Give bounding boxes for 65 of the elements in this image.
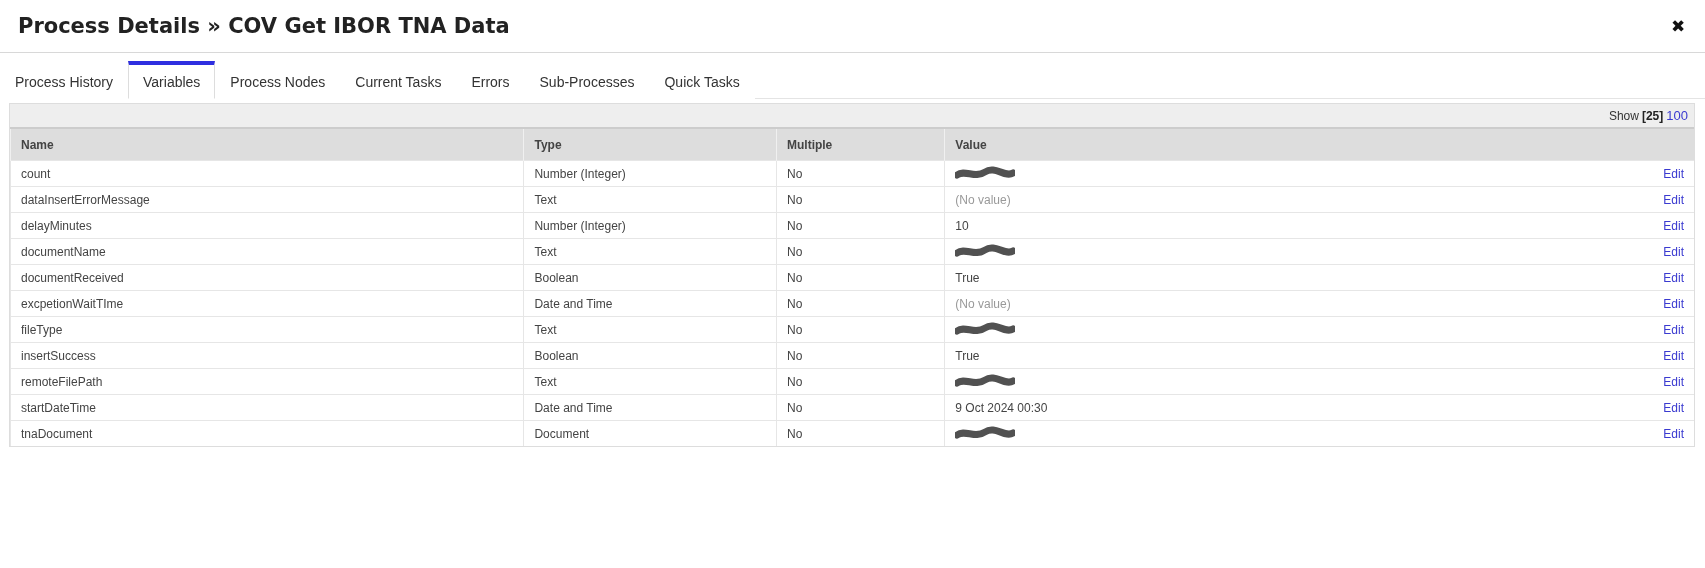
table-cell: remoteFilePath [21, 374, 103, 389]
table-cell: excpetionWaitTIme [21, 296, 124, 311]
edit-link[interactable]: Edit [1663, 166, 1684, 181]
table-cell: count [21, 166, 51, 181]
table-cell: insertSuccess [21, 348, 96, 363]
column-header: Name [10, 129, 524, 161]
table-cell: Number (Integer) [534, 218, 626, 233]
pager-label: Show [1608, 108, 1639, 123]
table-cell: Text [534, 322, 557, 337]
table-cell: Boolean [534, 270, 579, 285]
value-text: True [955, 270, 980, 285]
value-text: 9 Oct 2024 00:30 [955, 400, 1048, 415]
value-text: True [955, 348, 980, 363]
edit-link[interactable]: Edit [1663, 426, 1684, 441]
edit-link[interactable]: Edit [1663, 296, 1684, 311]
edit-link[interactable]: Edit [1663, 400, 1684, 415]
close-button[interactable]: ✖ [1669, 15, 1687, 37]
value-text: (No value) [955, 296, 1011, 311]
table-cell: Text [534, 192, 557, 207]
page-size-link[interactable]: [25] [1641, 108, 1664, 123]
redaction-scribble [955, 165, 1016, 182]
edit-link[interactable]: Edit [1663, 218, 1684, 233]
value-text: (No value) [955, 192, 1011, 207]
window-title: Process Details » COV Get IBOR TNA Data [18, 14, 510, 38]
table-cell: No [786, 192, 803, 207]
table-cell: No [786, 166, 803, 181]
edit-link[interactable]: Edit [1663, 192, 1684, 207]
table-cell: Date and Time [534, 400, 613, 415]
table-cell: Text [534, 244, 557, 259]
table-cell: Text [534, 374, 557, 389]
redaction-scribble [955, 243, 1016, 260]
table-cell: No [786, 270, 803, 285]
table-cell: startDateTime [21, 400, 96, 415]
table-cell: No [786, 426, 803, 441]
table-cell: documentReceived [21, 270, 124, 285]
column-header: Multiple [776, 129, 945, 161]
redaction-scribble [955, 321, 1016, 338]
table-cell: No [786, 244, 803, 259]
column-header: Type [523, 129, 777, 161]
table-cell: No [786, 348, 803, 363]
table-cell: No [786, 374, 803, 389]
table-cell: delayMinutes [21, 218, 92, 233]
table-cell: No [786, 218, 803, 233]
edit-link[interactable]: Edit [1663, 374, 1684, 389]
redaction-scribble [955, 425, 1016, 442]
value-text: 10 [955, 218, 969, 233]
table-cell: No [786, 400, 803, 415]
table-cell: documentName [21, 244, 106, 259]
column-header: Value [944, 129, 1694, 161]
table-cell: fileType [21, 322, 63, 337]
table-cell: Boolean [534, 348, 579, 363]
table-cell: No [786, 322, 803, 337]
redaction-scribble [955, 373, 1016, 390]
table-cell: Number (Integer) [534, 166, 626, 181]
tab[interactable]: Variables [128, 61, 216, 99]
table-cell: dataInsertErrorMessage [21, 192, 150, 207]
table-cell: Document [534, 426, 590, 441]
page-size-link[interactable]: 100 [1666, 108, 1688, 123]
table-cell: No [786, 296, 803, 311]
edit-link[interactable]: Edit [1663, 270, 1684, 285]
edit-link[interactable]: Edit [1663, 244, 1684, 259]
edit-link[interactable]: Edit [1663, 348, 1684, 363]
edit-link[interactable]: Edit [1663, 322, 1684, 337]
table-cell: tnaDocument [21, 426, 93, 441]
table-cell: Date and Time [534, 296, 613, 311]
